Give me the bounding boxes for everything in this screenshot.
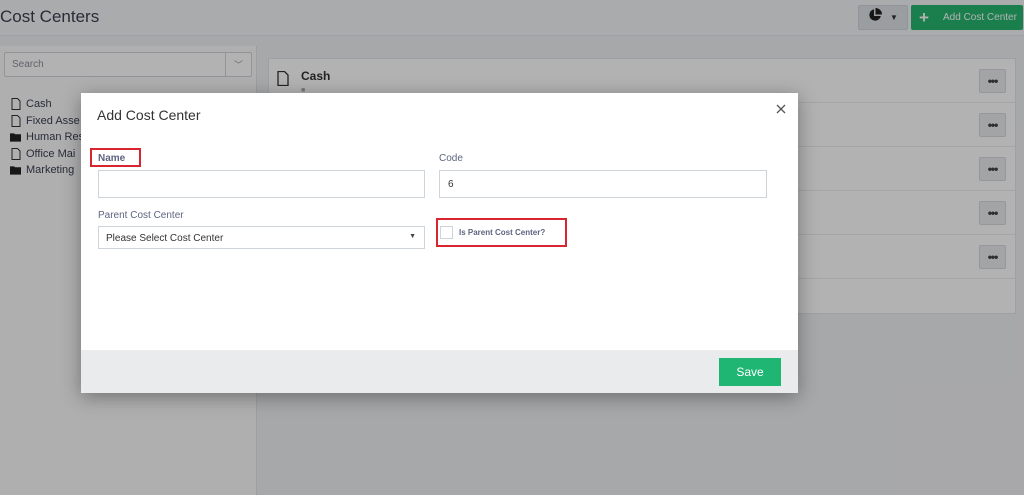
save-button[interactable]: Save: [719, 358, 781, 386]
is-parent-label[interactable]: Is Parent Cost Center?: [459, 228, 545, 237]
parent-cost-center-select[interactable]: Please Select Cost Center ▼: [98, 226, 425, 249]
close-icon[interactable]: [773, 101, 789, 117]
name-field[interactable]: [98, 170, 425, 198]
parent-cost-center-value: Please Select Cost Center: [106, 233, 224, 244]
parent-cost-center-label: Parent Cost Center: [98, 210, 184, 221]
code-field[interactable]: [439, 170, 767, 198]
is-parent-checkbox[interactable]: [440, 226, 453, 239]
name-label: Name: [98, 153, 126, 164]
add-cost-center-dialog: Add Cost Center Name Code Parent Cost Ce…: [81, 93, 798, 393]
chevron-down-icon: ▼: [409, 233, 416, 240]
code-label: Code: [439, 153, 463, 164]
dialog-title: Add Cost Center: [97, 107, 201, 123]
dialog-footer: Save: [81, 350, 798, 393]
